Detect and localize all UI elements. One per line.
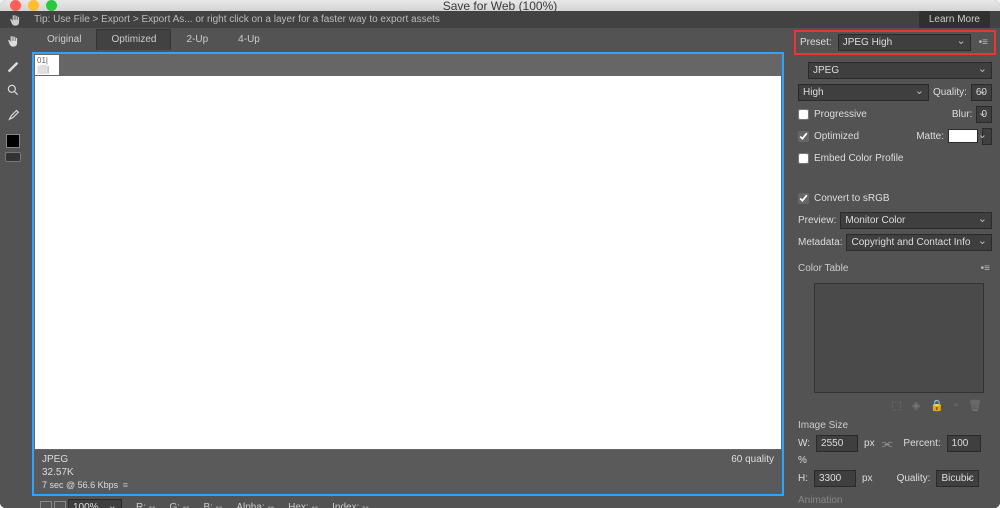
ct-eyedropper-icon[interactable]: ⬚ <box>892 399 902 412</box>
preview-label: Preview: <box>798 215 836 226</box>
px-label-2: px <box>862 473 873 484</box>
tab-optimized[interactable]: Optimized <box>96 29 171 50</box>
time-readout: 7 sec @ 56.6 Kbps <box>42 480 118 490</box>
ct-web-snap-icon[interactable]: ◈ <box>912 399 920 412</box>
blur-value[interactable]: 0 <box>976 106 992 123</box>
tip-bar: Tip: Use File > Export > Export As... or… <box>0 11 1000 28</box>
alpha-readout: Alpha: -- <box>236 502 274 508</box>
optimized-checkbox[interactable] <box>798 131 809 142</box>
height-label: H: <box>798 473 808 484</box>
preset-row: Preset: JPEG High •≡ <box>794 30 996 55</box>
height-input[interactable] <box>814 470 856 487</box>
eyedropper-color-swatch[interactable] <box>6 134 20 148</box>
info-bar: 100% R: -- G: -- B: -- Alpha: -- Hex: --… <box>32 496 784 508</box>
settings-panel: Preset: JPEG High •≡ JPEG High Quality: … <box>790 28 1000 508</box>
grid-icon[interactable] <box>40 501 52 508</box>
tab-2up[interactable]: 2-Up <box>171 29 223 50</box>
eyedropper-tool-icon[interactable] <box>3 104 23 124</box>
window-title: Save for Web (100%) <box>0 0 1000 13</box>
hand-tool-icon[interactable] <box>3 32 23 52</box>
tip-text: Tip: Use File > Export > Export As... or… <box>34 14 440 25</box>
ct-trash-icon[interactable]: 🗑 <box>968 399 982 412</box>
progressive-label: Progressive <box>814 109 867 120</box>
quality-label: Quality: <box>933 87 967 98</box>
px-label-1: px <box>864 438 875 449</box>
view-tabs: Original Optimized 2-Up 4-Up <box>26 28 790 50</box>
resample-label: Quality: <box>897 473 931 484</box>
tab-original[interactable]: Original <box>32 29 96 50</box>
embed-profile-label: Embed Color Profile <box>814 153 903 164</box>
b-readout: B: -- <box>203 502 222 508</box>
color-table-menu-icon[interactable]: •≡ <box>979 263 992 274</box>
quality-readout: 60 quality <box>731 454 774 465</box>
embed-profile-checkbox[interactable] <box>798 153 809 164</box>
image-size-label: Image Size <box>798 420 992 431</box>
width-input[interactable] <box>816 435 858 452</box>
preset-label: Preset: <box>800 37 832 48</box>
tab-4up[interactable]: 4-Up <box>223 29 275 50</box>
g-readout: G: -- <box>169 502 189 508</box>
preview-select[interactable]: Monitor Color <box>840 212 992 229</box>
bandwidth-menu-icon[interactable]: ≡ <box>121 480 130 490</box>
convert-srgb-label: Convert to sRGB <box>814 193 890 204</box>
save-for-web-dialog: Save for Web (100%) Tip: Use File > Expo… <box>0 0 1000 508</box>
tool-column <box>0 28 26 508</box>
format-select[interactable]: JPEG <box>808 62 992 79</box>
slice-visibility-icon[interactable] <box>5 152 21 162</box>
preview-canvas[interactable]: 01|⬜| JPEG 32.57K 7 sec @ 56.6 Kbps ≡ 60… <box>32 52 784 496</box>
grid-plus-icon[interactable] <box>54 501 66 508</box>
r-readout: R: -- <box>136 502 155 508</box>
metadata-select[interactable]: Copyright and Contact Info <box>846 234 992 251</box>
quality-value[interactable]: 60 <box>971 84 992 101</box>
hex-readout: Hex: -- <box>288 502 318 508</box>
progressive-checkbox[interactable] <box>798 109 809 120</box>
preset-select[interactable]: JPEG High <box>838 34 971 51</box>
main-area: Original Optimized 2-Up 4-Up 01|⬜| JPEG … <box>26 28 790 508</box>
format-readout: JPEG <box>42 454 774 465</box>
preview-readout: JPEG 32.57K 7 sec @ 56.6 Kbps ≡ 60 quali… <box>34 450 782 494</box>
slice-tag: 01|⬜| <box>35 55 59 75</box>
index-readout: Index: -- <box>332 502 369 508</box>
zoom-tool-icon[interactable] <box>3 80 23 100</box>
titlebar: Save for Web (100%) <box>0 0 1000 11</box>
quality-preset-select[interactable]: High <box>798 84 929 101</box>
color-table-label: Color Table <box>798 263 848 274</box>
percent-input[interactable] <box>947 435 981 452</box>
convert-srgb-checkbox[interactable] <box>798 193 809 204</box>
link-wh-icon[interactable]: ⫘ <box>881 436 894 451</box>
color-table <box>814 283 984 393</box>
percent-label: Percent: <box>903 438 940 449</box>
matte-menu-icon[interactable] <box>982 128 992 145</box>
width-label: W: <box>798 438 810 449</box>
resample-select[interactable]: Bicubic <box>936 470 978 487</box>
ct-new-icon[interactable]: ▫ <box>954 399 958 412</box>
ct-lock-icon[interactable]: 🔒 <box>930 399 944 412</box>
matte-label: Matte: <box>916 131 944 142</box>
animation-label: Animation <box>798 495 992 506</box>
pct-symbol: % <box>798 455 807 466</box>
optimized-label: Optimized <box>814 131 859 142</box>
image-preview <box>35 76 781 449</box>
hand-icon <box>8 14 22 28</box>
preset-menu-icon[interactable]: •≡ <box>977 37 990 48</box>
blur-label: Blur: <box>952 109 973 120</box>
slice-tool-icon[interactable] <box>3 56 23 76</box>
size-readout: 32.57K <box>42 467 774 478</box>
metadata-label: Metadata: <box>798 237 842 248</box>
learn-more-button[interactable]: Learn More <box>919 11 990 28</box>
matte-swatch[interactable] <box>948 129 978 143</box>
zoom-select[interactable]: 100% <box>68 499 122 508</box>
